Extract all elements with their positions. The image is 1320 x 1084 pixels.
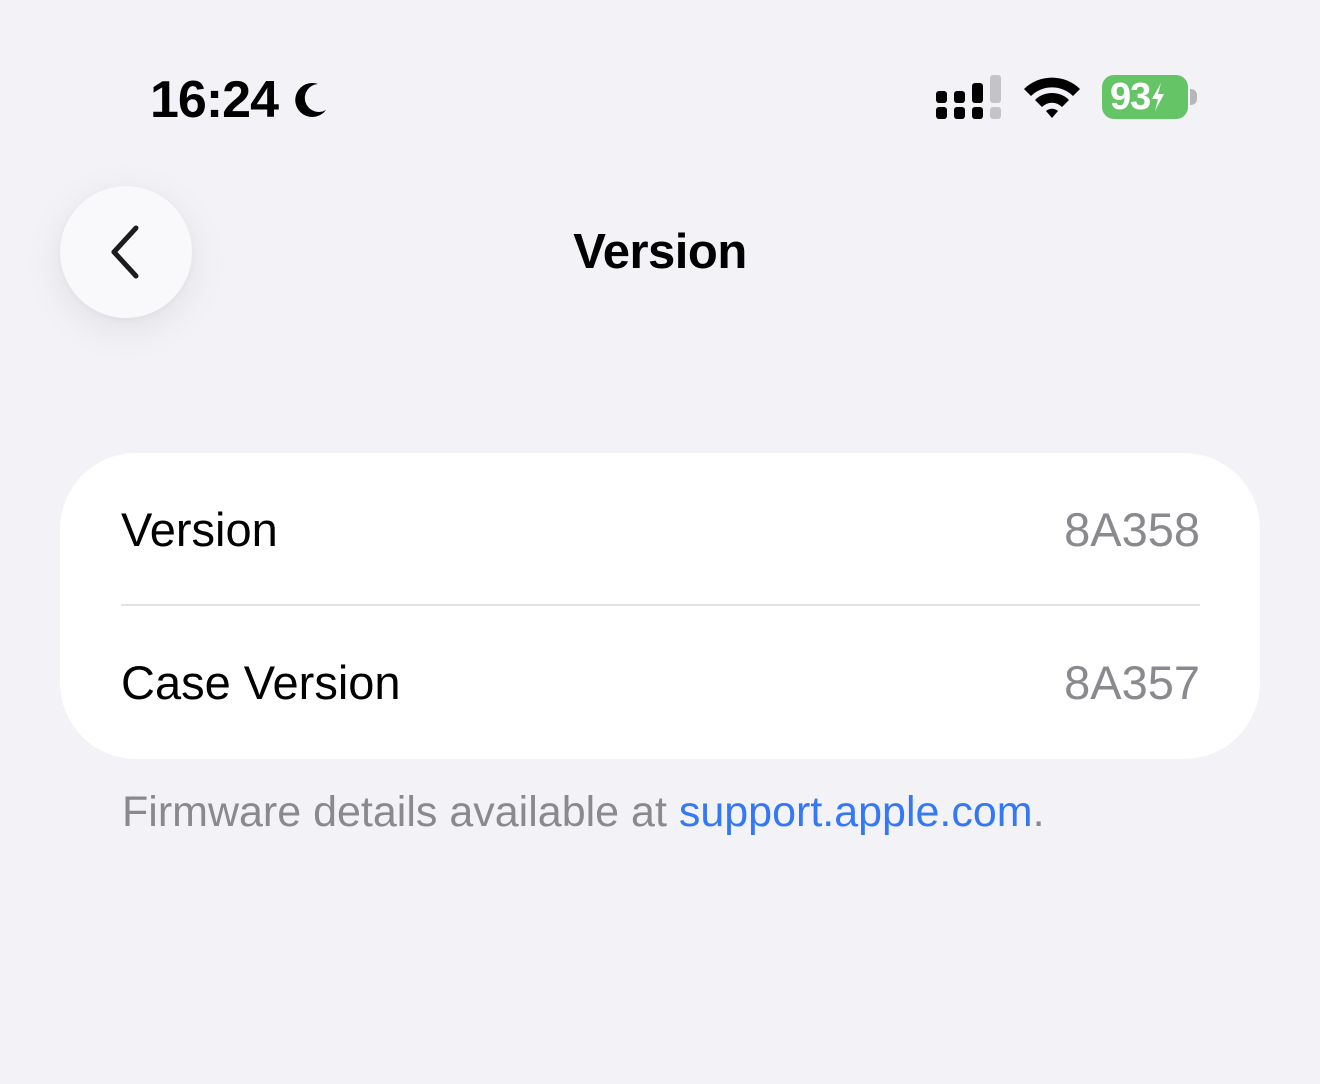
- footer-text: Firmware details available at: [122, 788, 679, 836]
- wifi-icon: [1022, 74, 1082, 120]
- moon-icon: [288, 78, 332, 122]
- list-item-case-version: Case Version 8A357: [121, 606, 1200, 758]
- support-link[interactable]: support.apple.com: [679, 788, 1033, 836]
- time-group: 16:24: [150, 70, 332, 130]
- footer-suffix: .: [1032, 788, 1045, 836]
- row-label: Case Version: [121, 655, 401, 709]
- bolt-icon: [1152, 83, 1165, 111]
- battery-nub: [1190, 89, 1197, 105]
- status-bar: 16:24 93: [0, 0, 1320, 190]
- cellular-signal-icon: [934, 73, 1004, 121]
- row-value: 8A358: [1064, 502, 1200, 556]
- battery-body: 93: [1102, 75, 1188, 119]
- status-time: 16:24: [150, 71, 279, 129]
- battery-charging-icon: 93: [1102, 73, 1198, 121]
- page-title: Version: [573, 225, 747, 279]
- battery-level: 93: [1110, 76, 1151, 118]
- version-card: Version 8A358 Case Version 8A357: [60, 453, 1260, 759]
- list-item-version: Version 8A358: [121, 453, 1200, 605]
- status-indicators: 93: [934, 72, 1198, 122]
- row-label: Version: [121, 502, 278, 556]
- footer-note: Firmware details available at support.ap…: [122, 786, 1045, 838]
- row-value: 8A357: [1064, 655, 1200, 709]
